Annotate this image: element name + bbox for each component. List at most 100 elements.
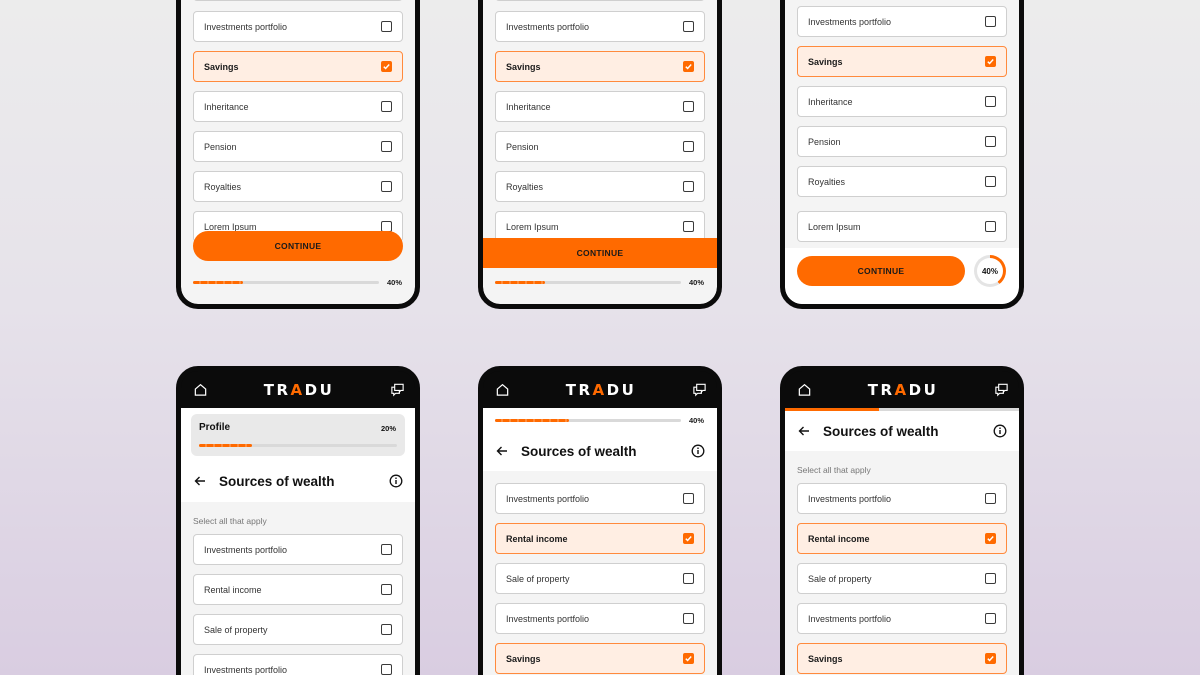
option-row[interactable] (495, 0, 705, 1)
info-icon[interactable] (993, 424, 1007, 438)
progress-bar (193, 281, 379, 284)
checkbox[interactable] (381, 21, 392, 32)
option-pension[interactable]: Pension (193, 131, 403, 162)
option-investments-portfolio[interactable]: Investments portfolio (797, 483, 1007, 514)
phone-screen-4: TRADU Profile 20% Sources of wealth Sele… (176, 366, 420, 675)
checkbox-checked[interactable] (985, 653, 996, 664)
checkbox[interactable] (683, 613, 694, 624)
option-savings[interactable]: Savings (797, 643, 1007, 674)
option-investments-portfolio[interactable]: Investments portfolio (193, 534, 403, 565)
option-rental-income[interactable]: Rental income (495, 523, 705, 554)
checkbox[interactable] (381, 664, 392, 675)
option-pension[interactable]: Pension (495, 131, 705, 162)
option-inheritance[interactable]: Inheritance (495, 91, 705, 122)
page-header: Sources of wealth (483, 431, 717, 471)
checkbox-checked[interactable] (985, 56, 996, 67)
option-investments-portfolio-2[interactable]: Investments portfolio (495, 603, 705, 634)
profile-progress-bar (199, 444, 397, 447)
back-arrow-icon[interactable] (193, 474, 207, 488)
checkbox[interactable] (985, 573, 996, 584)
progress-percent: 40% (689, 278, 705, 287)
progress-fill (193, 281, 244, 284)
home-icon[interactable] (495, 382, 510, 397)
option-rental-income[interactable]: Rental income (797, 523, 1007, 554)
option-savings[interactable]: Savings (495, 51, 705, 82)
option-lorem-ipsum[interactable]: Lorem Ipsum (797, 211, 1007, 242)
checkbox-checked[interactable] (683, 533, 694, 544)
checkbox-checked[interactable] (985, 533, 996, 544)
progress-bar (495, 281, 681, 284)
checkbox[interactable] (381, 544, 392, 555)
checkbox-checked[interactable] (381, 61, 392, 72)
chat-icon[interactable] (692, 382, 707, 397)
option-royalties[interactable]: Royalties (797, 166, 1007, 197)
continue-button[interactable]: CONTINUE (193, 231, 403, 261)
checkbox[interactable] (683, 21, 694, 32)
checkbox[interactable] (381, 141, 392, 152)
info-icon[interactable] (691, 444, 705, 458)
screen-5: 40% Sources of wealth Investments portfo… (483, 408, 717, 675)
checkbox[interactable] (985, 16, 996, 27)
option-row[interactable] (193, 0, 403, 1)
option-investments-portfolio[interactable]: Investments portfolio (495, 483, 705, 514)
option-inheritance[interactable]: Inheritance (193, 91, 403, 122)
home-icon[interactable] (797, 382, 812, 397)
checkbox[interactable] (985, 493, 996, 504)
home-icon[interactable] (193, 382, 208, 397)
progress-ring: 40% (974, 255, 1006, 287)
option-pension[interactable]: Pension (797, 126, 1007, 157)
back-arrow-icon[interactable] (495, 444, 509, 458)
page-header: Sources of wealth (785, 411, 1019, 451)
checkbox[interactable] (683, 573, 694, 584)
checkbox-checked[interactable] (683, 61, 694, 72)
tradu-logo: TRADU (565, 380, 637, 399)
continue-button[interactable]: CONTINUE (797, 256, 965, 286)
progress-percent: 40% (387, 278, 403, 287)
phone-screen-6: TRADU Sources of wealth Select all that … (780, 366, 1024, 675)
checkbox[interactable] (683, 181, 694, 192)
screen-6: Sources of wealth Select all that apply … (785, 408, 1019, 675)
continue-button[interactable]: CONTINUE (483, 238, 717, 268)
checkbox[interactable] (381, 101, 392, 112)
option-investments-portfolio[interactable]: Investments portfolio (495, 11, 705, 42)
option-royalties[interactable]: Royalties (495, 171, 705, 202)
option-investments-portfolio-2[interactable]: Investments portfolio (193, 654, 403, 675)
checkbox[interactable] (381, 624, 392, 635)
checkbox[interactable] (683, 221, 694, 232)
option-sale-of-property[interactable]: Sale of property (797, 563, 1007, 594)
chat-icon[interactable] (994, 382, 1009, 397)
screen-4: Profile 20% Sources of wealth Select all… (181, 408, 415, 675)
option-investments-portfolio[interactable]: Investments portfolio (797, 6, 1007, 37)
option-rental-income[interactable]: Rental income (193, 574, 403, 605)
option-sale-of-property[interactable]: Sale of property (193, 614, 403, 645)
checkbox-checked[interactable] (683, 653, 694, 664)
back-arrow-icon[interactable] (797, 424, 811, 438)
option-savings[interactable]: Savings (797, 46, 1007, 77)
info-icon[interactable] (389, 474, 403, 488)
checkbox[interactable] (683, 493, 694, 504)
option-royalties[interactable]: Royalties (193, 171, 403, 202)
option-savings[interactable]: Savings (193, 51, 403, 82)
page-title: Sources of wealth (219, 473, 335, 489)
checkbox[interactable] (381, 181, 392, 192)
checkbox[interactable] (683, 141, 694, 152)
page-title: Sources of wealth (823, 423, 939, 439)
option-inheritance[interactable]: Inheritance (797, 86, 1007, 117)
checkbox[interactable] (985, 136, 996, 147)
chat-icon[interactable] (390, 382, 405, 397)
option-investments-portfolio-2[interactable]: Investments portfolio (797, 603, 1007, 634)
profile-label: Profile (199, 422, 231, 433)
profile-percent: 20% (380, 424, 396, 433)
option-investments-portfolio[interactable]: Investments portfolio (193, 11, 403, 42)
phone-screen-2: Investments portfolio Savings Inheritanc… (478, 0, 722, 309)
option-savings[interactable]: Savings (495, 643, 705, 674)
progress-percent: 40% (689, 416, 705, 425)
checkbox[interactable] (683, 101, 694, 112)
screen-3: Investments portfolio Savings Inheritanc… (785, 0, 1019, 304)
checkbox[interactable] (985, 613, 996, 624)
option-sale-of-property[interactable]: Sale of property (495, 563, 705, 594)
checkbox[interactable] (985, 221, 996, 232)
checkbox[interactable] (381, 584, 392, 595)
checkbox[interactable] (985, 96, 996, 107)
checkbox[interactable] (985, 176, 996, 187)
